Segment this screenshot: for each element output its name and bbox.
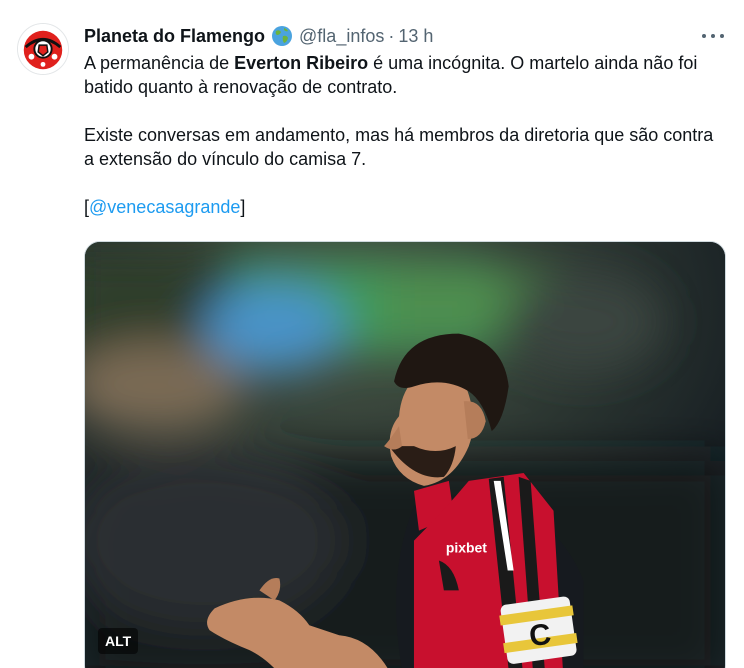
globe-icon <box>271 25 293 47</box>
handle[interactable]: @fla_infos <box>299 24 384 48</box>
bold-name: Everton Ribeiro <box>234 53 369 73</box>
player-photo: pixbet C <box>85 242 725 668</box>
p1-before: A permanência de <box>84 53 235 73</box>
tweet-card[interactable]: Planeta do Flamengo @fla_infos · 13 h A … <box>0 0 744 668</box>
paragraph-3: [@venecasagrande] <box>84 195 724 219</box>
mention-link[interactable]: @venecasagrande <box>89 197 240 217</box>
alt-badge[interactable]: ALT <box>98 628 139 654</box>
tweet-text: A permanência de Everton Ribeiro é uma i… <box>84 51 724 219</box>
avatar[interactable] <box>17 23 69 75</box>
avatar-logo-icon <box>18 24 68 74</box>
armband-letter: C <box>527 618 553 654</box>
paragraph-1: A permanência de Everton Ribeiro é uma i… <box>84 51 724 99</box>
paragraph-2: Existe conversas em andamento, mas há me… <box>84 125 714 169</box>
bracket-close: ] <box>240 197 246 217</box>
media-photo[interactable]: pixbet C <box>84 241 726 668</box>
tweet-header: Planeta do Flamengo @fla_infos · 13 h <box>84 24 433 48</box>
separator-dot: · <box>388 26 395 46</box>
display-name[interactable]: Planeta do Flamengo <box>84 24 265 48</box>
jersey-sponsor: pixbet <box>446 540 487 556</box>
more-icon[interactable] <box>702 26 724 46</box>
timestamp[interactable]: 13 h <box>398 24 433 48</box>
